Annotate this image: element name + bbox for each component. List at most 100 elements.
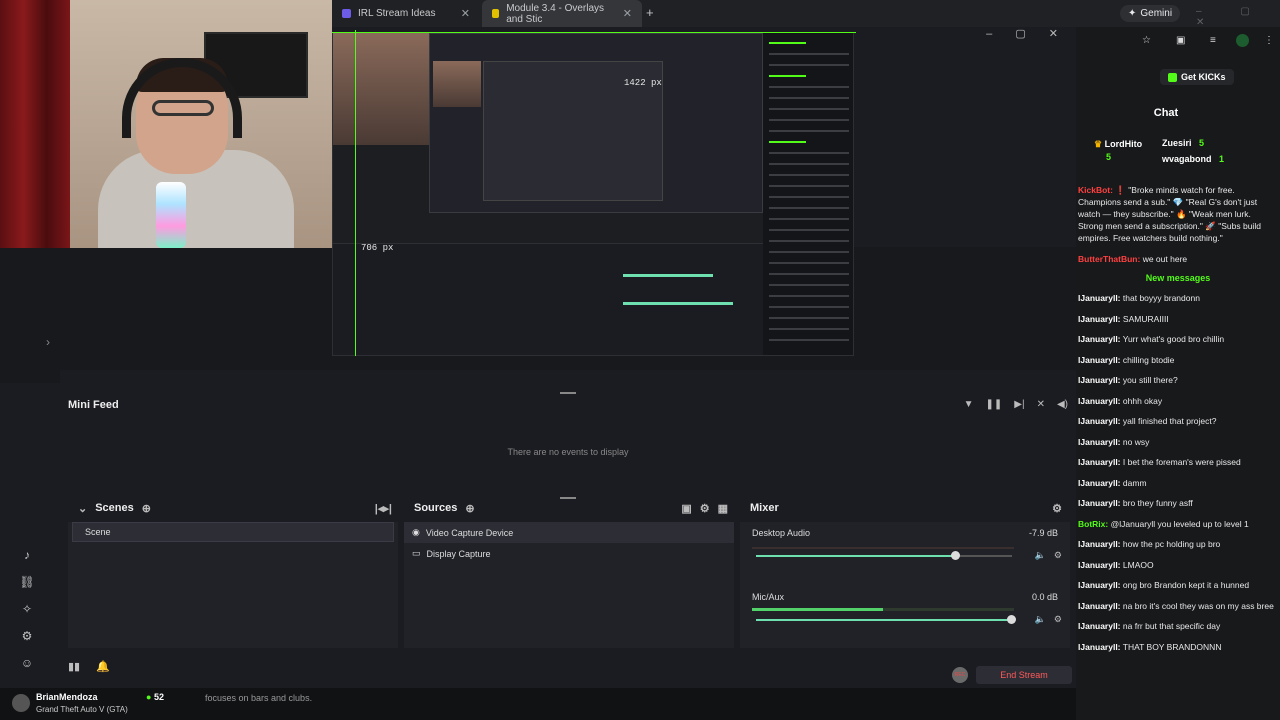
mute-alerts-icon[interactable]: ✕ xyxy=(1037,399,1045,410)
new-tab-button[interactable]: + xyxy=(646,5,654,20)
chat-message[interactable]: lJanuaryll: how the pc holding up bro xyxy=(1076,538,1280,550)
nested-chat xyxy=(763,33,853,355)
chat-message[interactable]: lJanuaryll: bro they funny asff xyxy=(1076,497,1280,509)
skip-icon[interactable]: ▶| xyxy=(1014,399,1024,410)
speaker-icon[interactable]: 🔈 xyxy=(1035,550,1046,561)
tab-label: IRL Stream Ideas xyxy=(358,8,436,19)
sparkle-icon[interactable]: ✧ xyxy=(22,602,32,616)
gemini-label: Gemini xyxy=(1140,8,1173,19)
top-gifter[interactable]: Zuesiri 5 xyxy=(1162,138,1204,148)
chat-message[interactable]: ButterThatBun: we out here xyxy=(1076,253,1280,265)
speaker-icon[interactable]: 🔈 xyxy=(1035,614,1046,625)
tiktok-icon[interactable]: ♪ xyxy=(24,548,30,562)
chat-text: na bro it's cool they was on my ass bree xyxy=(1122,600,1274,611)
avatar[interactable] xyxy=(12,694,30,712)
sparkle-icon: ✦ xyxy=(1128,8,1137,19)
chat-text: Yurr what's good bro chillin xyxy=(1122,334,1225,344)
chat-message[interactable]: lJanuaryll: na bro it's cool they was on… xyxy=(1076,600,1280,612)
obs-bottom-bar: ▮▮ 🔔 xyxy=(60,658,1076,678)
menu-icon[interactable]: ⋮ xyxy=(1264,35,1274,46)
obs-window-controls[interactable]: – ▢ ✕ xyxy=(986,27,1068,40)
source-filter-icon[interactable]: ▣ xyxy=(681,502,691,515)
chat-message[interactable]: BotRix: @lJanuaryll you leveled up to le… xyxy=(1076,518,1280,530)
webcam-feed xyxy=(0,0,332,248)
get-kicks-button[interactable]: Get KICKs xyxy=(1160,69,1234,85)
chat-username: lJanuaryll: xyxy=(1078,375,1121,385)
close-icon[interactable]: ✕ xyxy=(623,7,632,20)
end-stream-button[interactable]: End Stream xyxy=(976,666,1072,684)
chat-message[interactable]: lJanuaryll: you still there? xyxy=(1076,374,1280,386)
nested-slider xyxy=(623,302,733,305)
chat-text: I bet the foreman's were pissed xyxy=(1122,457,1241,467)
filter-icon[interactable]: ▼ xyxy=(964,399,974,410)
source-item-video-capture[interactable]: ◉ Video Capture Device xyxy=(404,522,734,543)
scene-item[interactable]: Scene xyxy=(72,522,394,542)
add-scene-button[interactable]: ⊕ xyxy=(142,502,151,515)
chat-text: we out here xyxy=(1142,253,1188,264)
gear-icon[interactable]: ⚙ xyxy=(22,629,33,643)
chat-text: that boyyy brandonn xyxy=(1122,293,1200,303)
extensions-icon[interactable]: ≡ xyxy=(1210,35,1216,46)
drag-handle[interactable] xyxy=(560,392,576,394)
record-button[interactable]: REC xyxy=(952,667,968,683)
tab-label: Module 3.4 - Overlays and Stic xyxy=(506,2,605,25)
top-gifter[interactable]: wvagabond 1 xyxy=(1162,154,1224,164)
chat-pane: ☆ ▣ ≡ ⋮ Get KICKs Chat ♛ LordHito 5 Zues… xyxy=(1076,27,1280,720)
gifter-count: 5 xyxy=(1199,138,1205,148)
chat-message[interactable]: lJanuaryll: no wsy xyxy=(1076,436,1280,448)
new-messages-divider[interactable]: New messages xyxy=(1076,273,1280,283)
profile-avatar[interactable] xyxy=(1236,34,1249,47)
pause-icon[interactable]: ❚❚ xyxy=(986,399,1003,410)
source-group-icon[interactable]: ⚙ xyxy=(700,502,710,515)
chat-text: LMAOO xyxy=(1122,559,1154,570)
cast-icon[interactable]: ▣ xyxy=(1176,35,1185,46)
top-gifter[interactable]: ♛ LordHito xyxy=(1094,139,1142,150)
tab-favicon-icon xyxy=(342,9,351,18)
chat-text: na frr but that specific day xyxy=(1122,621,1221,631)
volume-slider[interactable] xyxy=(756,551,1012,560)
scenes-title: Scenes xyxy=(95,502,134,514)
chat-message[interactable]: lJanuaryll: THAT BOY BRANDONNN xyxy=(1076,641,1280,653)
chat-message[interactable]: lJanuaryll: I bet the foreman's were pis… xyxy=(1076,456,1280,468)
user-icon[interactable]: ☺ xyxy=(21,656,33,670)
chat-text: yall finished that project? xyxy=(1122,416,1217,426)
meter xyxy=(752,608,1014,611)
bell-icon[interactable]: 🔔 xyxy=(96,660,110,673)
game-category[interactable]: Grand Theft Auto V (GTA) xyxy=(36,705,128,714)
chat-message[interactable]: lJanuaryll: ohhh okay xyxy=(1076,395,1280,407)
gear-icon[interactable]: ⚙ xyxy=(1052,502,1062,515)
nested-webcam xyxy=(333,33,429,145)
collapse-icon[interactable]: |◂▸| xyxy=(375,502,392,515)
chat-message[interactable]: lJanuaryll: na frr but that specific day xyxy=(1076,620,1280,632)
chat-message[interactable]: lJanuaryll: that boyyy brandonn xyxy=(1076,292,1280,304)
volume-icon[interactable]: ◀) xyxy=(1057,399,1068,410)
star-icon[interactable]: ☆ xyxy=(1142,35,1151,46)
source-image-icon[interactable]: ▦ xyxy=(718,502,728,515)
chat-message[interactable]: lJanuaryll: SAMURAIIII xyxy=(1076,313,1280,325)
chevron-right-icon[interactable]: › xyxy=(46,335,50,349)
link-icon[interactable]: ⛓ xyxy=(19,575,34,589)
source-item-display-capture[interactable]: ▭ Display Capture xyxy=(404,543,734,564)
streamer-name[interactable]: BrianMendoza xyxy=(36,692,98,702)
browser-tab-module[interactable]: Module 3.4 - Overlays and Stic ✕ xyxy=(482,0,642,27)
chat-message[interactable]: lJanuaryll: yall finished that project? xyxy=(1076,415,1280,427)
browser-tab-irl-ideas[interactable]: IRL Stream Ideas ✕ xyxy=(332,0,480,27)
chat-username: lJanuaryll: xyxy=(1078,416,1121,426)
add-source-button[interactable]: ⊕ xyxy=(465,502,474,515)
chat-message[interactable]: lJanuaryll: ong bro Brandon kept it a hu… xyxy=(1076,579,1280,591)
gemini-button[interactable]: ✦ Gemini xyxy=(1120,5,1181,22)
stats-icon[interactable]: ▮▮ xyxy=(68,660,80,673)
chevron-down-icon[interactable]: ⌄ xyxy=(78,502,87,515)
chat-username: lJanuaryll: xyxy=(1078,600,1121,611)
chat-message[interactable]: lJanuaryll: chilling btodie xyxy=(1076,354,1280,366)
chat-message[interactable]: lJanuaryll: damm xyxy=(1076,477,1280,489)
window-controls: – ▢ ✕ xyxy=(1196,6,1268,28)
mini-feed-panel: Mini Feed ▼ ❚❚ ▶| ✕ ◀) There are no even… xyxy=(60,370,1076,499)
chat-message[interactable]: lJanuaryll: LMAOO xyxy=(1076,559,1280,571)
volume-slider[interactable] xyxy=(756,615,1016,624)
chat-message[interactable]: KickBot: ❗ "Broke minds watch for free. … xyxy=(1076,184,1280,244)
gear-icon[interactable]: ⚙ xyxy=(1054,550,1062,561)
gear-icon[interactable]: ⚙ xyxy=(1054,614,1062,625)
chat-message[interactable]: lJanuaryll: Yurr what's good bro chillin xyxy=(1076,333,1280,345)
close-icon[interactable]: ✕ xyxy=(461,7,470,20)
